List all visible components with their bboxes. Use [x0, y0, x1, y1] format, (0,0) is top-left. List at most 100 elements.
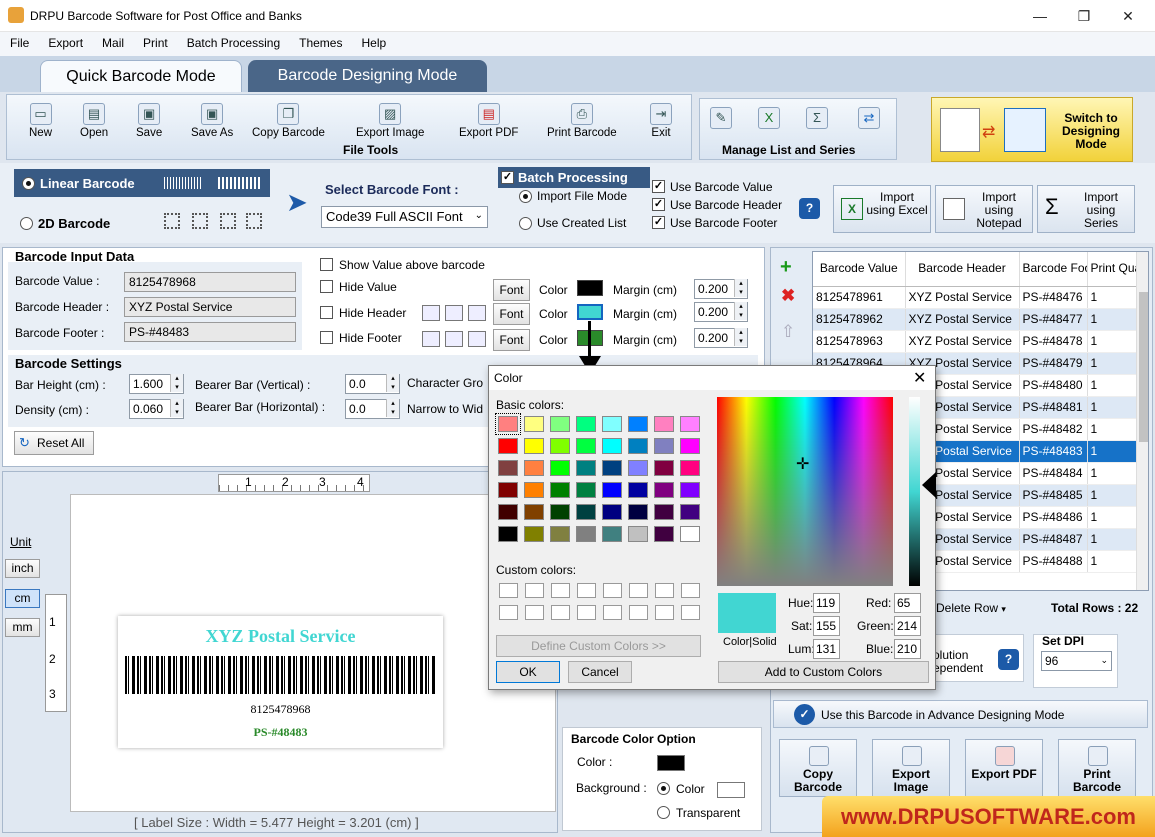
tab-quick-barcode[interactable]: Quick Barcode Mode	[40, 60, 242, 92]
add-row-icon[interactable]: +	[780, 256, 792, 279]
close-button[interactable]: ✕	[1108, 4, 1148, 28]
basic-color-swatch[interactable]	[680, 438, 700, 454]
maximize-button[interactable]: ❐	[1064, 4, 1104, 28]
bg-color-swatch[interactable]	[717, 782, 745, 798]
font-select[interactable]: Code39 Full ASCII Font ⌄	[321, 206, 488, 228]
custom-color-swatch[interactable]	[603, 583, 622, 598]
import-file-radio[interactable]	[519, 190, 532, 203]
basic-color-swatch[interactable]	[680, 460, 700, 476]
batch-processing-toggle[interactable]: Batch Processing	[498, 167, 650, 188]
hue-input[interactable]	[813, 593, 840, 613]
col-print-quantity[interactable]: Print Quanti	[1087, 252, 1138, 287]
col-barcode-header[interactable]: Barcode Header	[905, 252, 1020, 287]
basic-color-swatch[interactable]	[654, 460, 674, 476]
custom-color-swatch[interactable]	[603, 605, 622, 620]
basic-color-swatch[interactable]	[680, 504, 700, 520]
batch-checkbox[interactable]	[501, 171, 514, 184]
menu-print[interactable]: Print	[133, 32, 177, 50]
bearer-h-spinner[interactable]: 0.0	[345, 399, 400, 419]
menu-export[interactable]: Export	[38, 32, 92, 50]
barcode-value-input[interactable]	[124, 272, 296, 292]
basic-color-swatch[interactable]	[550, 504, 570, 520]
minimize-button[interactable]: —	[1020, 4, 1060, 28]
use-value-checkbox[interactable]	[652, 180, 665, 193]
basic-color-swatch[interactable]	[602, 482, 622, 498]
align-center-icon[interactable]	[445, 305, 463, 321]
barcode-header-input[interactable]	[124, 297, 296, 317]
bar-height-spinner[interactable]: 1.600	[129, 374, 184, 394]
custom-color-swatch[interactable]	[499, 605, 518, 620]
custom-color-swatch[interactable]	[551, 605, 570, 620]
footer-align-right-icon[interactable]	[468, 331, 486, 347]
basic-color-swatch[interactable]	[654, 416, 674, 432]
basic-color-swatch[interactable]	[576, 504, 596, 520]
basic-color-swatch[interactable]	[576, 482, 596, 498]
table-row[interactable]: 8125478962 XYZ Postal Service PS-#48477 1	[813, 308, 1138, 331]
align-left-icon[interactable]	[422, 305, 440, 321]
header-font-button[interactable]: Font	[493, 303, 530, 325]
unit-mm-button[interactable]: mm	[5, 618, 40, 637]
save-as-button[interactable]: ▣ Save As	[191, 103, 233, 139]
basic-color-swatch[interactable]	[495, 413, 521, 435]
menu-mail[interactable]: Mail	[92, 32, 133, 50]
tab-designing-mode[interactable]: Barcode Designing Mode	[248, 60, 487, 92]
switch-designing-button[interactable]: ⇄ Switch to Designing Mode	[931, 97, 1133, 162]
basic-color-swatch[interactable]	[550, 460, 570, 476]
custom-color-swatch[interactable]	[525, 605, 544, 620]
custom-color-swatch[interactable]	[681, 583, 700, 598]
import-excel-button[interactable]: X Import using Excel	[833, 185, 931, 233]
menu-help[interactable]: Help	[351, 32, 395, 50]
export-pdf-bottom-button[interactable]: Export PDF	[965, 739, 1043, 797]
move-up-icon[interactable]: ⇧	[781, 322, 795, 342]
batch-help-button[interactable]: ?	[799, 198, 820, 219]
ok-button[interactable]: OK	[496, 661, 560, 683]
menu-file[interactable]: File	[0, 32, 38, 50]
custom-color-swatch[interactable]	[629, 583, 648, 598]
col-barcode-value[interactable]: Barcode Value	[813, 252, 906, 287]
2d-radio[interactable]	[20, 217, 33, 230]
basic-color-swatch[interactable]	[550, 526, 570, 542]
bg-transparent-radio[interactable]	[657, 806, 670, 819]
bg-color-radio[interactable]	[657, 782, 670, 795]
basic-color-swatch[interactable]	[524, 416, 544, 432]
import-notepad-button[interactable]: Import using Notepad	[935, 185, 1033, 233]
linear-barcode-option[interactable]: Linear Barcode	[14, 169, 270, 197]
basic-color-swatch[interactable]	[524, 438, 544, 454]
footer-align-center-icon[interactable]	[445, 331, 463, 347]
luminance-slider[interactable]	[909, 397, 920, 586]
basic-color-swatch[interactable]	[550, 416, 570, 432]
grid-scrollbar[interactable]	[1136, 252, 1148, 590]
export-image-bottom-button[interactable]: Export Image	[872, 739, 950, 797]
basic-color-swatch[interactable]	[602, 460, 622, 476]
delete-row-dropdown[interactable]: Delete Row ▾	[936, 601, 1006, 615]
print-barcode-bottom-button[interactable]: Print Barcode	[1058, 739, 1136, 797]
menu-batch[interactable]: Batch Processing	[177, 32, 289, 50]
green-input[interactable]	[894, 616, 921, 636]
import-series-button[interactable]: Σ Import using Series	[1037, 185, 1135, 233]
align-right-icon[interactable]	[468, 305, 486, 321]
basic-color-swatch[interactable]	[576, 416, 596, 432]
barcode-label[interactable]: XYZ Postal Service 8125478968 PS-#48483	[118, 616, 443, 748]
resolution-help-button[interactable]: ?	[998, 649, 1019, 670]
custom-color-swatch[interactable]	[655, 605, 674, 620]
basic-color-swatch[interactable]	[576, 460, 596, 476]
cancel-button[interactable]: Cancel	[568, 661, 632, 683]
linear-radio[interactable]	[22, 177, 35, 190]
value-font-button[interactable]: Font	[493, 279, 530, 301]
lum-input[interactable]	[813, 639, 840, 659]
custom-color-swatch[interactable]	[551, 583, 570, 598]
header-color-swatch[interactable]	[577, 304, 603, 320]
custom-color-swatch[interactable]	[499, 583, 518, 598]
show-above-checkbox[interactable]	[320, 258, 333, 271]
barcode-color-swatch[interactable]	[657, 755, 685, 771]
basic-color-swatch[interactable]	[628, 460, 648, 476]
print-barcode-button[interactable]: ⎙ Print Barcode	[547, 103, 617, 139]
custom-color-swatch[interactable]	[681, 605, 700, 620]
basic-color-swatch[interactable]	[654, 504, 674, 520]
basic-color-swatch[interactable]	[550, 438, 570, 454]
col-barcode-footer[interactable]: Barcode Footer	[1019, 252, 1088, 287]
basic-color-swatch[interactable]	[524, 526, 544, 542]
basic-color-swatch[interactable]	[628, 482, 648, 498]
exit-button[interactable]: ⇥ Exit	[650, 103, 672, 139]
hide-footer-checkbox[interactable]	[320, 331, 333, 344]
